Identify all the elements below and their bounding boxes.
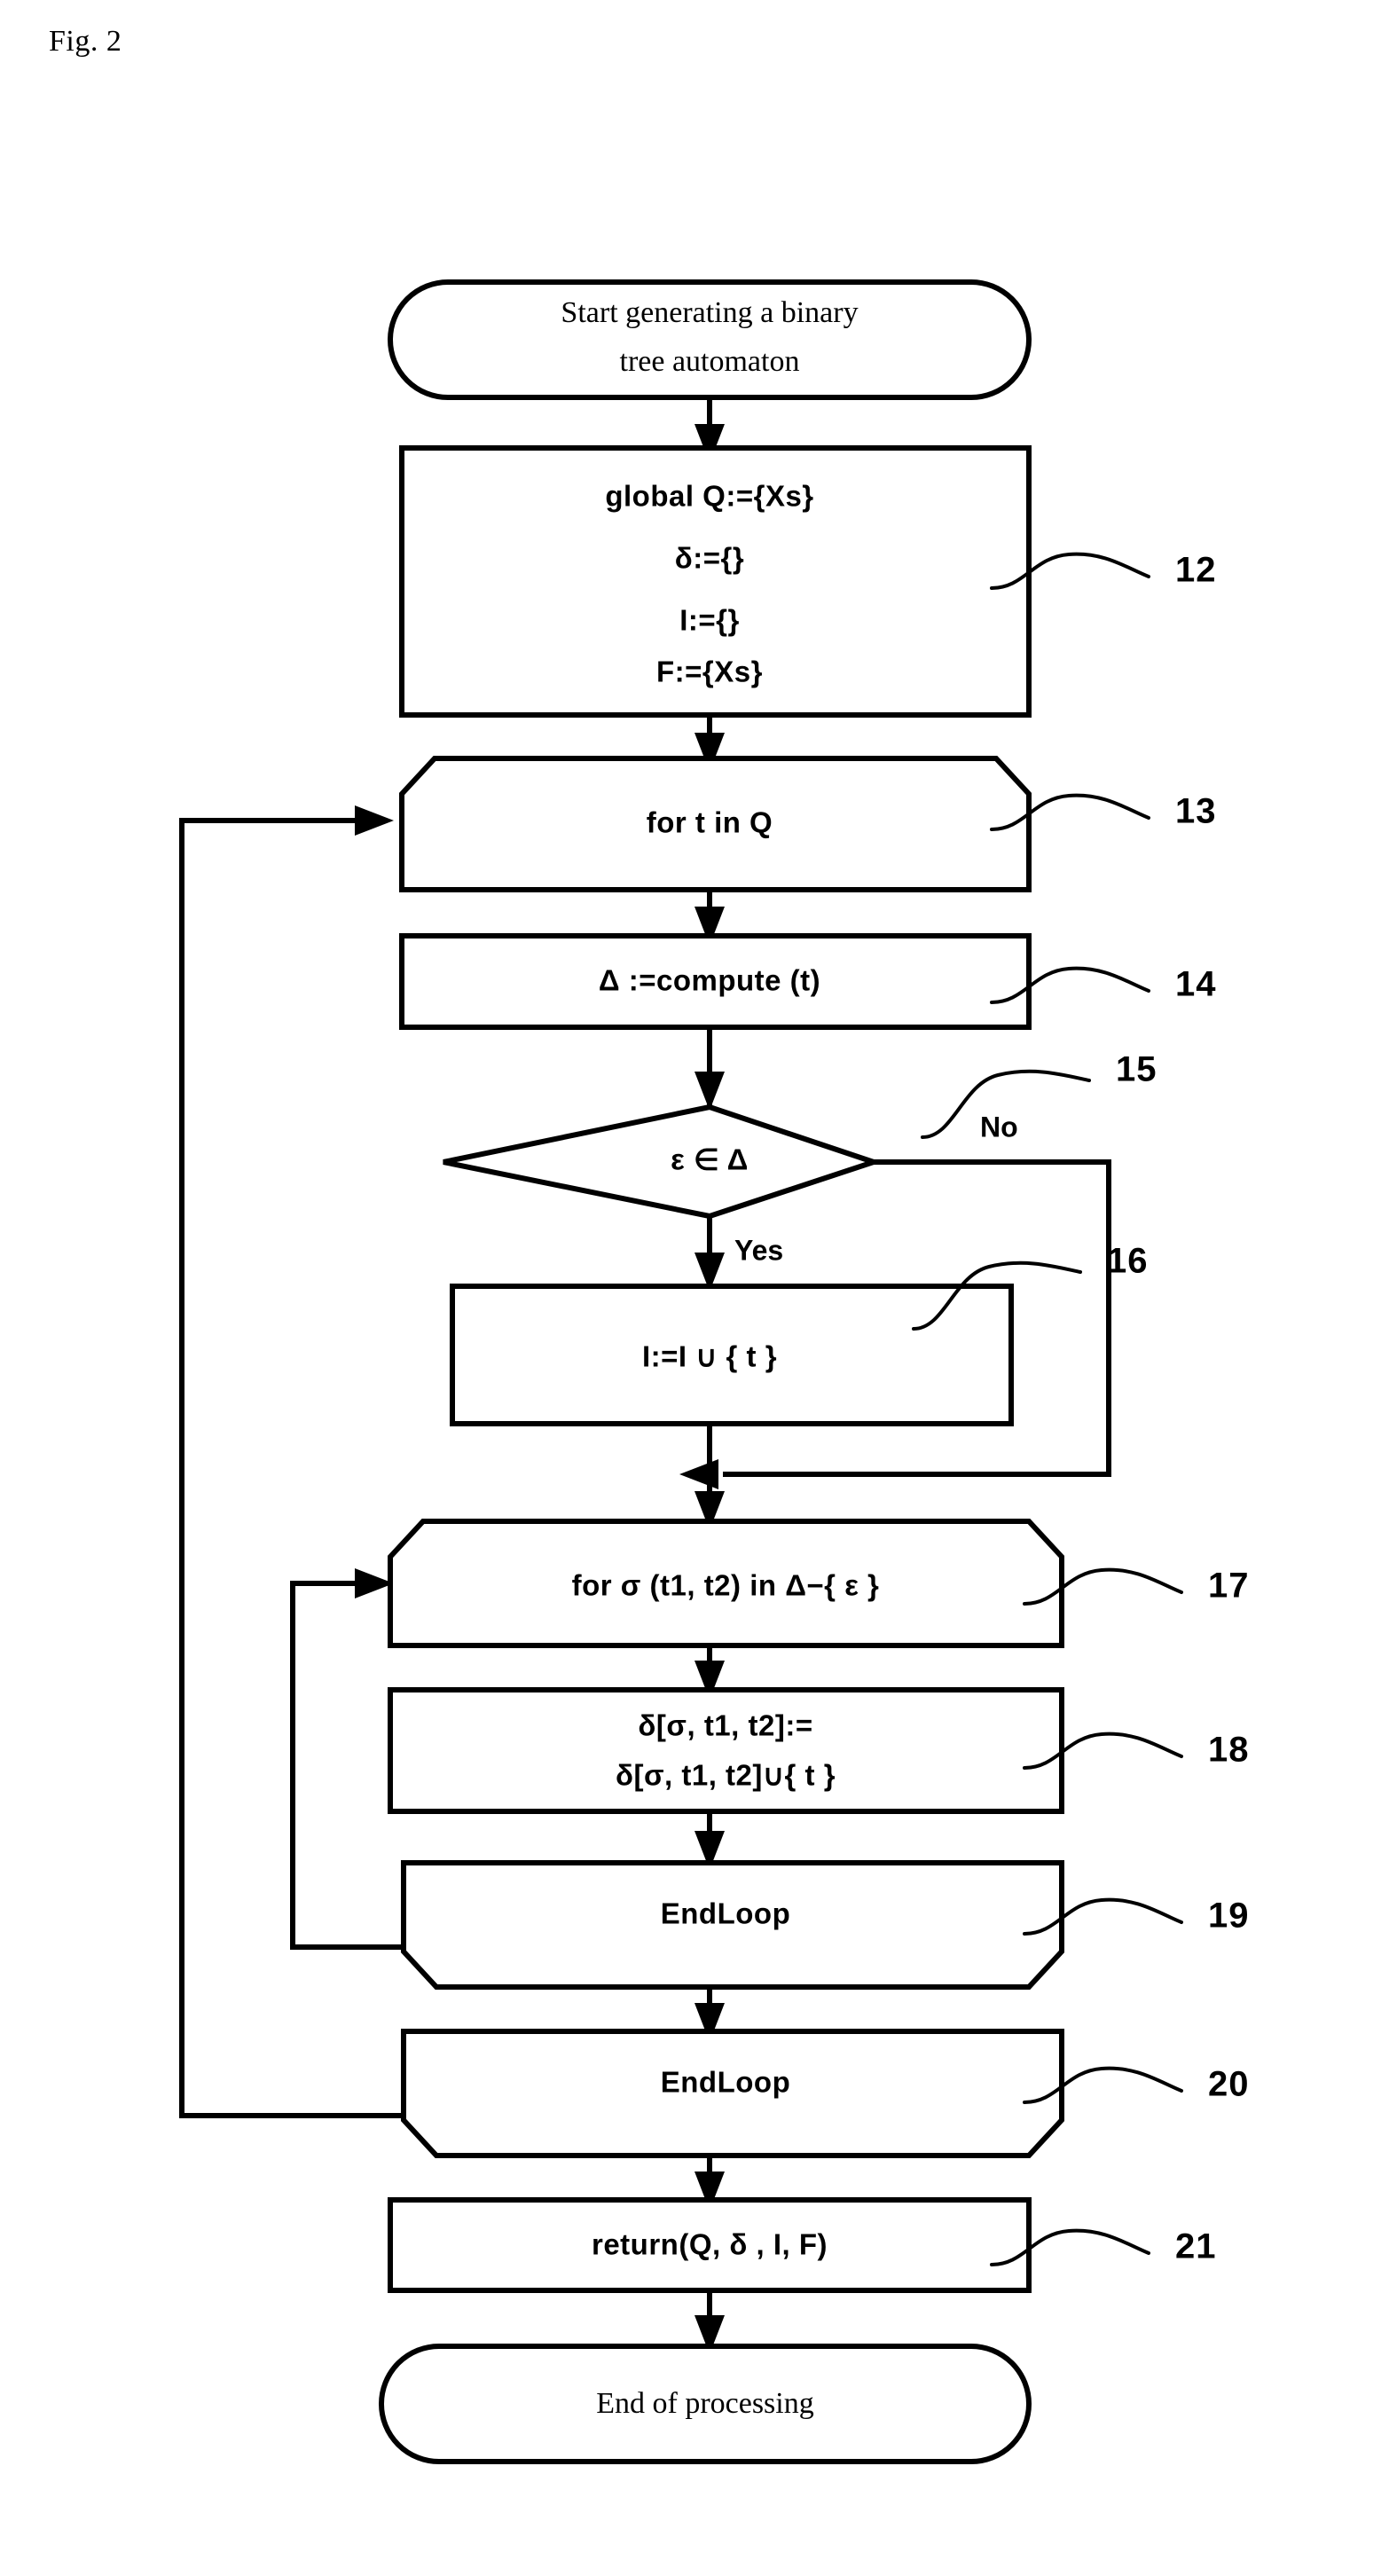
reference-number-15: 15 [1116,1050,1158,1089]
figure-root: Fig. 2 Start generating a binary tree au… [0,0,1389,2576]
connector-decision-yes-to-box16 [694,1216,725,1292]
node-loop13-label: for t in Q [647,806,773,839]
node-end-label: End of processing [596,2387,814,2420]
node-loop-end-outer[interactable]: EndLoop [401,2029,1064,2158]
node-decision-epsilon[interactable]: ε ∈ Δ [443,1103,883,1220]
branch-label-yes: Yes [734,1234,783,1266]
connector-compute-to-decision [694,1027,725,1111]
reference-number-12: 12 [1175,551,1217,590]
connector-inner-loopback [290,1568,404,1950]
node-return-label: return(Q, δ , I, F) [592,2228,828,2261]
node-loop-start-inner[interactable]: for σ (t1, t2) in Δ−{ ε } [388,1519,1064,1648]
node-box18-line-2: δ[σ, t1, t2]∪{ t } [616,1759,836,1792]
reference-number-17: 17 [1208,1567,1250,1606]
reference-number-14: 14 [1175,965,1217,1004]
node-start-line-2: tree automaton [620,345,800,378]
branch-label-no: No [980,1111,1018,1143]
node-init[interactable]: global Q:={Xs} δ:={} I:={} F:={Xs} [399,445,1032,718]
reference-number-13: 13 [1175,792,1217,831]
reference-number-20: 20 [1208,2065,1250,2104]
node-start-line-1: Start generating a binary [561,296,858,329]
node-endloop20-label: EndLoop [661,2066,790,2099]
reference-number-16: 16 [1107,1242,1149,1281]
node-start[interactable]: Start generating a binary tree automaton [388,279,1032,400]
node-init-line-4: F:={Xs} [656,656,763,688]
node-box18-line-1: δ[σ, t1, t2]:= [638,1709,812,1742]
node-compute-label: Δ :=compute (t) [599,964,820,997]
node-init-line-2: δ:={} [675,542,744,575]
node-loop17-label: for σ (t1, t2) in Δ−{ ε } [572,1569,880,1602]
node-compute[interactable]: Δ :=compute (t) [399,933,1032,1030]
flowchart-canvas: Start generating a binary tree automaton… [179,279,1250,2464]
node-end[interactable]: End of processing [379,2344,1032,2464]
node-loop-start-outer[interactable]: for t in Q [399,756,1032,892]
node-return[interactable]: return(Q, δ , I, F) [388,2197,1032,2293]
node-add-initial[interactable]: I:=I ∪ { t } [450,1284,1014,1426]
node-update-delta[interactable]: δ[σ, t1, t2]:= δ[σ, t1, t2]∪{ t } [388,1687,1064,1814]
node-init-line-3: I:={} [679,604,740,637]
node-decision-label: ε ∈ Δ [671,1143,749,1176]
node-init-line-1: global Q:={Xs} [605,480,813,513]
node-box16-label: I:=I ∪ { t } [642,1340,777,1373]
reference-15: 15 [921,1050,1158,1139]
reference-number-19: 19 [1208,1897,1250,1936]
reference-number-21: 21 [1175,2227,1217,2266]
reference-number-18: 18 [1208,1731,1250,1770]
node-loop-end-inner[interactable]: EndLoop [401,1860,1064,1990]
node-endloop19-label: EndLoop [661,1897,790,1930]
